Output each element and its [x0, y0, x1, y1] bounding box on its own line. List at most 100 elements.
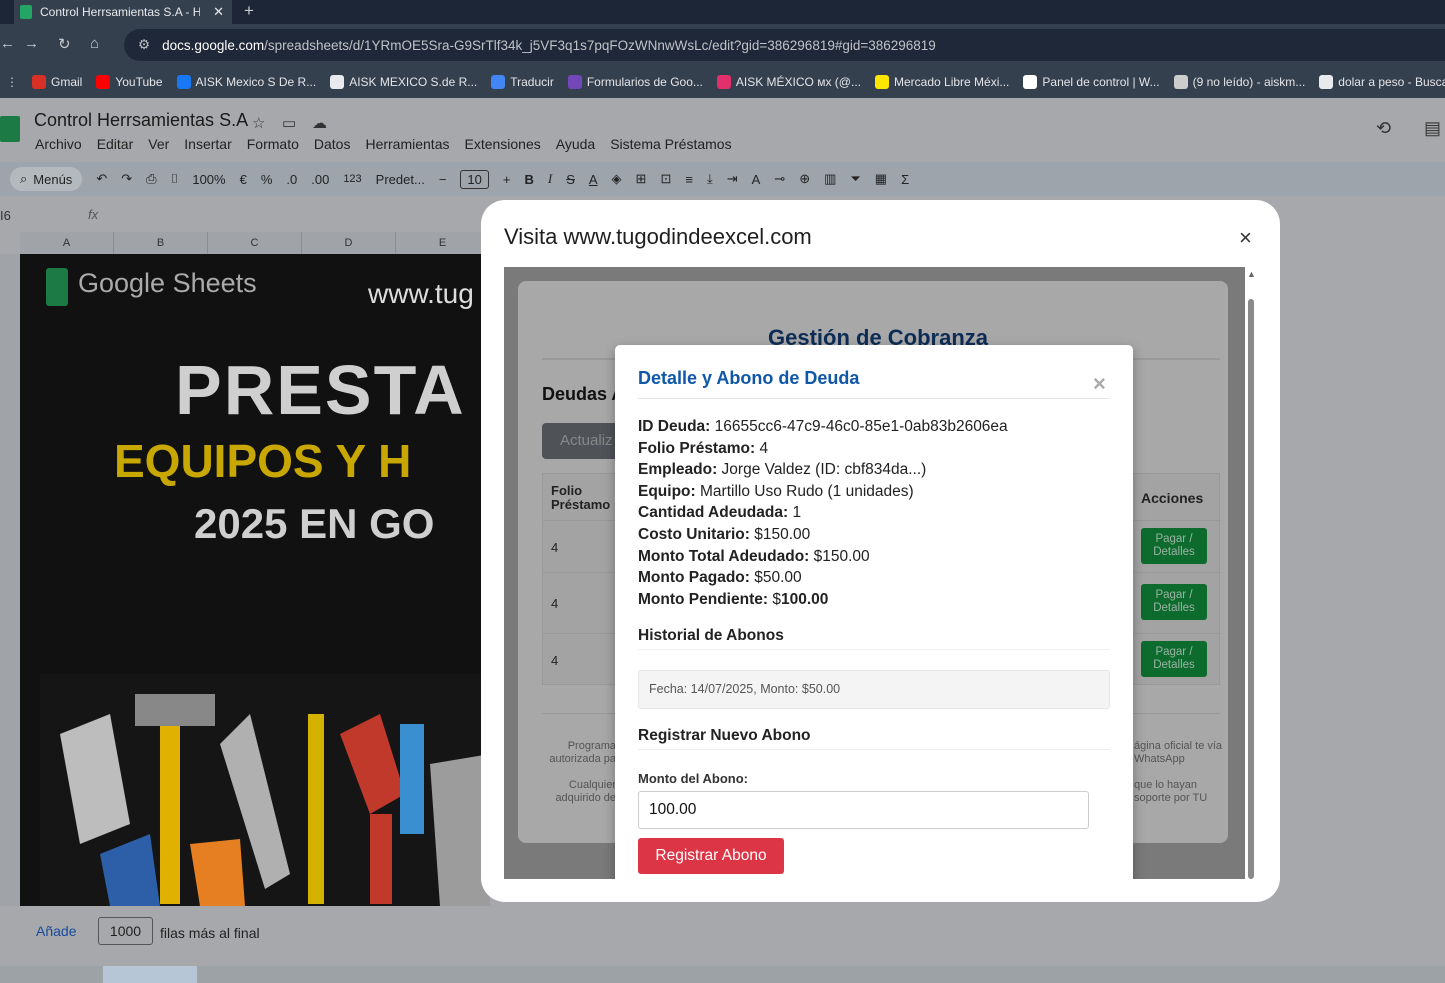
decrease-decimal-button[interactable]: .0	[286, 172, 297, 187]
back-arrow-icon[interactable]: ←	[0, 35, 15, 52]
bookmark-label: dolar a peso - Busca...	[1338, 75, 1445, 89]
sheet-tab-active[interactable]	[103, 966, 197, 983]
bookmark-item[interactable]: (9 no leído) - aiskm...	[1173, 75, 1305, 89]
menu-item[interactable]: Ver	[148, 136, 169, 152]
menu-item[interactable]: Extensiones	[464, 136, 540, 152]
bookmark-item[interactable]: AISK Mexico S De R...	[176, 75, 316, 89]
increase-font-icon[interactable]: +	[503, 172, 511, 187]
menu-item[interactable]: Insertar	[184, 136, 231, 152]
font-select[interactable]: Predet...	[376, 172, 425, 187]
info-value: $50.00	[754, 569, 802, 587]
new-tab-icon[interactable]: +	[244, 1, 254, 21]
undo-icon[interactable]: ↶	[96, 171, 107, 187]
insert-link-icon[interactable]: ⊸	[774, 171, 785, 187]
divider	[638, 398, 1110, 399]
info-label: Empleado:	[638, 461, 718, 479]
paint-format-icon[interactable]: ⌷	[171, 171, 179, 187]
info-value: $150.00	[754, 525, 811, 543]
bookmark-item[interactable]: dolar a peso - Busca...	[1319, 75, 1445, 89]
increase-decimal-button[interactable]: .00	[311, 172, 329, 187]
browser-tab[interactable]: Control Herrsamientas S.A - Ho ✕	[14, 0, 232, 24]
bookmark-favicon-icon	[176, 75, 191, 89]
menu-item[interactable]: Sistema Préstamos	[610, 136, 731, 152]
forward-arrow-icon[interactable]: →	[24, 35, 39, 52]
apps-grid-icon[interactable]: ⋮	[6, 75, 18, 89]
menu-item[interactable]: Datos	[314, 136, 351, 152]
filter-icon[interactable]: ⏷	[850, 171, 860, 187]
insert-chart-icon[interactable]: ▥	[824, 171, 836, 187]
tab-close-icon[interactable]: ✕	[213, 4, 224, 20]
bookmark-item[interactable]: Traducir	[491, 75, 554, 89]
number-format-button[interactable]: 123	[343, 173, 361, 185]
add-rows-button[interactable]: Añade	[36, 923, 76, 939]
insert-comment-icon[interactable]: ⊕	[799, 171, 810, 187]
pay-details-button[interactable]: Pagar / Detalles	[1141, 641, 1207, 677]
functions-icon[interactable]: Σ	[901, 172, 909, 187]
menus-search[interactable]: ⌕ Menús	[10, 167, 83, 191]
bookmark-item[interactable]: Gmail	[32, 75, 82, 89]
promo-banner-image: Google Sheets www.tug PRESTA EQUIPOS Y H…	[20, 254, 490, 906]
info-row-quantity: Cantidad Adeudada: 1	[638, 502, 1008, 524]
print-icon[interactable]: ⎙	[146, 171, 156, 187]
filter-views-icon[interactable]: ▦	[875, 171, 887, 187]
document-title[interactable]: Control Herrsamientas S.A	[34, 110, 248, 131]
footer-text: Cualquier adquirido de	[555, 779, 616, 804]
bookmark-item[interactable]: AISK MÉXICO мх (@...	[716, 75, 861, 89]
sheets-logo-icon[interactable]	[0, 116, 20, 142]
menu-item[interactable]: Ayuda	[556, 136, 595, 152]
font-size-input[interactable]: 10	[460, 169, 489, 189]
text-color-icon[interactable]: A	[589, 172, 598, 187]
modal-scrollbar[interactable]: ▲	[1245, 267, 1257, 879]
name-box[interactable]: I6	[0, 208, 11, 223]
dialog-close-icon[interactable]: ×	[1093, 371, 1106, 397]
column-header[interactable]: D	[302, 232, 396, 254]
address-bar[interactable]: ⚙ docs.google.com/spreadsheets/d/1YRmOE5…	[124, 29, 1445, 61]
redo-icon[interactable]: ↷	[121, 171, 132, 187]
column-header[interactable]: E	[396, 232, 490, 254]
menu-item[interactable]: Herramientas	[365, 136, 449, 152]
percent-format-button[interactable]: %	[261, 172, 273, 187]
italic-icon[interactable]: I	[548, 171, 552, 187]
amount-input[interactable]	[638, 791, 1089, 829]
borders-icon[interactable]: ⊞	[636, 171, 647, 187]
info-label: Monto Pagado:	[638, 569, 750, 587]
scroll-up-icon[interactable]: ▲	[1247, 269, 1256, 279]
move-folder-icon[interactable]: ▭	[282, 114, 296, 132]
version-history-icon[interactable]: ⟲	[1376, 118, 1391, 139]
scroll-thumb[interactable]	[1248, 299, 1254, 879]
column-header[interactable]: C	[208, 232, 302, 254]
bookmark-item[interactable]: AISK MEXICO S.de R...	[330, 75, 477, 89]
merge-cells-icon[interactable]: ⊡	[660, 171, 671, 187]
bookmark-item[interactable]: Mercado Libre Méxi...	[875, 75, 1009, 89]
decrease-font-icon[interactable]: −	[439, 172, 447, 187]
reload-icon[interactable]: ↻	[58, 35, 71, 53]
modal-close-button[interactable]: ×	[1239, 225, 1252, 251]
text-wrap-icon[interactable]: ⇥	[727, 171, 738, 187]
site-info-icon[interactable]: ⚙	[138, 37, 150, 53]
align-left-icon[interactable]: ≡	[685, 172, 693, 187]
pay-details-button[interactable]: Pagar / Detalles	[1141, 528, 1207, 564]
star-icon[interactable]: ☆	[252, 114, 265, 132]
register-payment-button[interactable]: Registrar Abono	[638, 838, 784, 874]
fill-color-icon[interactable]: ◈	[612, 171, 622, 187]
bookmark-item[interactable]: YouTube	[96, 75, 163, 89]
strikethrough-icon[interactable]: S	[566, 172, 575, 187]
bookmark-item[interactable]: Formularios de Goo...	[567, 75, 703, 89]
text-rotation-icon[interactable]: A	[752, 172, 761, 187]
vertical-align-icon[interactable]: ⤓	[707, 171, 713, 187]
pay-details-button[interactable]: Pagar / Detalles	[1141, 584, 1207, 620]
menu-item[interactable]: Archivo	[35, 136, 82, 152]
menu-item[interactable]: Formato	[247, 136, 299, 152]
currency-format-button[interactable]: €	[240, 172, 247, 187]
home-icon[interactable]: ⌂	[90, 35, 99, 52]
comments-icon[interactable]: ▤	[1424, 118, 1441, 139]
rows-count-input[interactable]: 1000	[98, 917, 153, 945]
bold-icon[interactable]: B	[524, 172, 533, 187]
sheets-favicon-icon	[20, 5, 32, 19]
menu-item[interactable]: Editar	[97, 136, 134, 152]
refresh-button[interactable]: Actualiz	[542, 423, 622, 459]
column-header[interactable]: B	[114, 232, 208, 254]
column-header[interactable]: A	[20, 232, 114, 254]
bookmark-item[interactable]: Panel de control | W...	[1023, 75, 1160, 89]
zoom-select[interactable]: 100%	[192, 172, 225, 187]
